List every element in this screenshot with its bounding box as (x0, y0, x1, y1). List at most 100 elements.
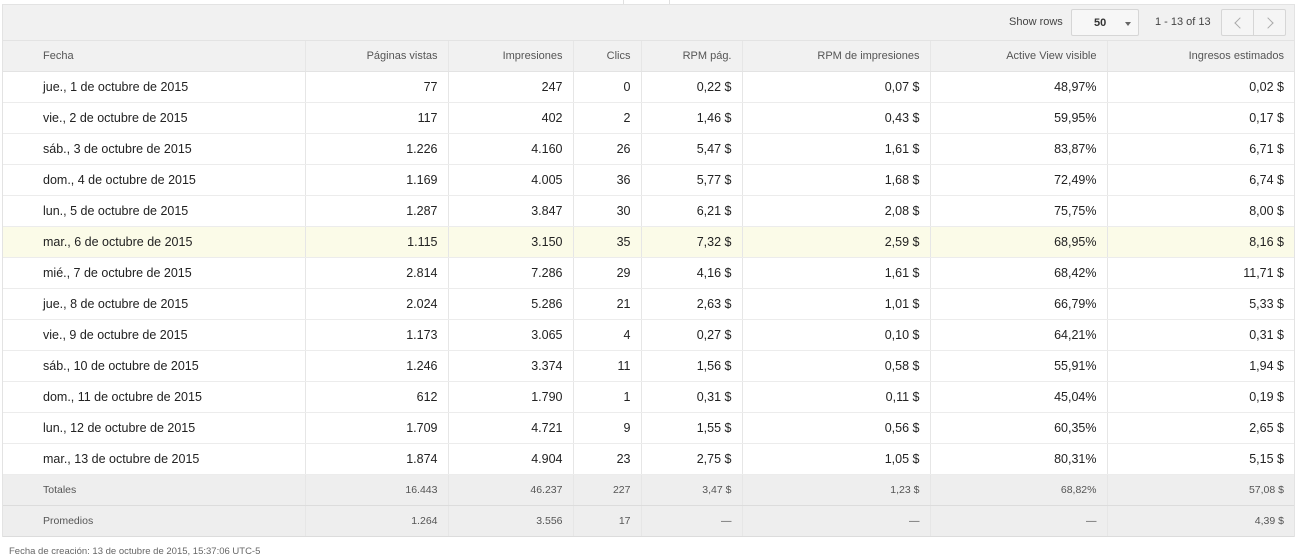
cell-active-view: 64,21% (930, 319, 1108, 351)
table-row: lun., 12 de octubre de 2015 1.709 4.721 … (3, 412, 1294, 444)
cell-rpm-impresiones: 1,68 $ (742, 164, 931, 196)
cell-rpm-impresiones: 1,61 $ (742, 257, 931, 289)
cell-rpm-impresiones: 1,61 $ (742, 133, 931, 165)
column-header-active-view[interactable]: Active View visible (930, 41, 1108, 72)
cell-ingresos: 6,74 $ (1107, 164, 1294, 196)
avg-rpm-pag: — (641, 505, 743, 537)
rows-per-page-select[interactable]: 50 (1071, 9, 1139, 36)
cell-impresiones: 4.160 (448, 133, 574, 165)
cell-fecha: mié., 7 de octubre de 2015 (3, 257, 306, 289)
cell-paginas-vistas: 1.874 (305, 443, 449, 475)
cell-clics: 21 (573, 288, 642, 320)
cell-paginas-vistas: 1.169 (305, 164, 449, 196)
cell-rpm-pag: 1,46 $ (641, 102, 743, 134)
cell-rpm-pag: 1,55 $ (641, 412, 743, 444)
total-rpm-pag: 3,47 $ (641, 474, 743, 506)
total-rpm-impresiones: 1,23 $ (742, 474, 931, 506)
cell-paginas-vistas: 117 (305, 102, 449, 134)
totals-row: Totales 16.443 46.237 227 3,47 $ 1,23 $ … (3, 474, 1294, 506)
cell-clics: 11 (573, 350, 642, 382)
cell-fecha: mar., 13 de octubre de 2015 (3, 443, 306, 475)
cell-impresiones: 4.904 (448, 443, 574, 475)
chevron-right-icon (1261, 16, 1274, 29)
cell-fecha: jue., 8 de octubre de 2015 (3, 288, 306, 320)
cell-impresiones: 4.005 (448, 164, 574, 196)
cell-rpm-pag: 5,77 $ (641, 164, 743, 196)
cell-active-view: 66,79% (930, 288, 1108, 320)
cell-clics: 30 (573, 195, 642, 227)
avg-ingresos: 4,39 $ (1107, 505, 1294, 537)
cell-impresiones: 7.286 (448, 257, 574, 289)
cell-clics: 26 (573, 133, 642, 165)
cell-clics: 9 (573, 412, 642, 444)
cell-rpm-pag: 0,22 $ (641, 71, 743, 103)
cell-rpm-pag: 2,75 $ (641, 443, 743, 475)
table-row: jue., 8 de octubre de 2015 2.024 5.286 2… (3, 288, 1294, 320)
cell-ingresos: 0,02 $ (1107, 71, 1294, 103)
cell-fecha: dom., 4 de octubre de 2015 (3, 164, 306, 196)
cell-clics: 35 (573, 226, 642, 258)
cell-ingresos: 0,31 $ (1107, 319, 1294, 351)
table-row: jue., 1 de octubre de 2015 77 247 0 0,22… (3, 71, 1294, 103)
avg-rpm-impresiones: — (742, 505, 931, 537)
cell-rpm-pag: 0,31 $ (641, 381, 743, 413)
cell-paginas-vistas: 1.246 (305, 350, 449, 382)
total-active-view: 68,82% (930, 474, 1108, 506)
cell-impresiones: 3.150 (448, 226, 574, 258)
cell-rpm-pag: 7,32 $ (641, 226, 743, 258)
cell-fecha: lun., 5 de octubre de 2015 (3, 195, 306, 227)
total-clics: 227 (573, 474, 642, 506)
show-rows-label: Show rows (1009, 16, 1063, 28)
column-header-paginas-vistas[interactable]: Páginas vistas (305, 41, 449, 72)
cell-clics: 2 (573, 102, 642, 134)
cell-rpm-impresiones: 1,05 $ (742, 443, 931, 475)
cell-clics: 29 (573, 257, 642, 289)
cell-rpm-impresiones: 0,11 $ (742, 381, 931, 413)
cell-rpm-impresiones: 0,10 $ (742, 319, 931, 351)
rows-per-page-value: 50 (1094, 17, 1107, 29)
cell-fecha: dom., 11 de octubre de 2015 (3, 381, 306, 413)
column-header-impresiones[interactable]: Impresiones (448, 41, 574, 72)
cell-active-view: 45,04% (930, 381, 1108, 413)
cell-fecha: mar., 6 de octubre de 2015 (3, 226, 306, 258)
cell-clics: 23 (573, 443, 642, 475)
cell-rpm-impresiones: 2,08 $ (742, 195, 931, 227)
cell-fecha: lun., 12 de octubre de 2015 (3, 412, 306, 444)
cell-rpm-pag: 2,63 $ (641, 288, 743, 320)
next-page-button[interactable] (1253, 9, 1286, 36)
cell-rpm-impresiones: 0,58 $ (742, 350, 931, 382)
cell-ingresos: 2,65 $ (1107, 412, 1294, 444)
cell-active-view: 48,97% (930, 71, 1108, 103)
cell-ingresos: 1,94 $ (1107, 350, 1294, 382)
report-panel: Show rows 50 1 - 13 of 13 Fecha Páginas … (2, 4, 1295, 537)
table-row-highlighted: mar., 6 de octubre de 2015 1.115 3.150 3… (3, 226, 1294, 258)
cell-paginas-vistas: 1.287 (305, 195, 449, 227)
table-row: dom., 11 de octubre de 2015 612 1.790 1 … (3, 381, 1294, 413)
cell-ingresos: 8,00 $ (1107, 195, 1294, 227)
cell-rpm-impresiones: 0,07 $ (742, 71, 931, 103)
cell-impresiones: 3.065 (448, 319, 574, 351)
column-header-ingresos[interactable]: Ingresos estimados (1107, 41, 1294, 72)
column-header-clics[interactable]: Clics (573, 41, 642, 72)
table-row: lun., 5 de octubre de 2015 1.287 3.847 3… (3, 195, 1294, 227)
cell-paginas-vistas: 2.814 (305, 257, 449, 289)
total-impresiones: 46.237 (448, 474, 574, 506)
cell-fecha: vie., 2 de octubre de 2015 (3, 102, 306, 134)
column-header-rpm-impresiones[interactable]: RPM de impresiones (742, 41, 931, 72)
cell-ingresos: 11,71 $ (1107, 257, 1294, 289)
cell-active-view: 80,31% (930, 443, 1108, 475)
total-ingresos: 57,08 $ (1107, 474, 1294, 506)
cell-fecha: vie., 9 de octubre de 2015 (3, 319, 306, 351)
cell-paginas-vistas: 1.226 (305, 133, 449, 165)
cell-impresiones: 3.847 (448, 195, 574, 227)
cell-ingresos: 5,33 $ (1107, 288, 1294, 320)
total-paginas-vistas: 16.443 (305, 474, 449, 506)
column-header-fecha[interactable]: Fecha (3, 41, 306, 72)
cell-active-view: 72,49% (930, 164, 1108, 196)
cell-paginas-vistas: 1.173 (305, 319, 449, 351)
cell-active-view: 68,42% (930, 257, 1108, 289)
column-header-rpm-pag[interactable]: RPM pág. (641, 41, 743, 72)
table-row: sáb., 10 de octubre de 2015 1.246 3.374 … (3, 350, 1294, 382)
previous-page-button[interactable] (1221, 9, 1254, 36)
cell-impresiones: 402 (448, 102, 574, 134)
